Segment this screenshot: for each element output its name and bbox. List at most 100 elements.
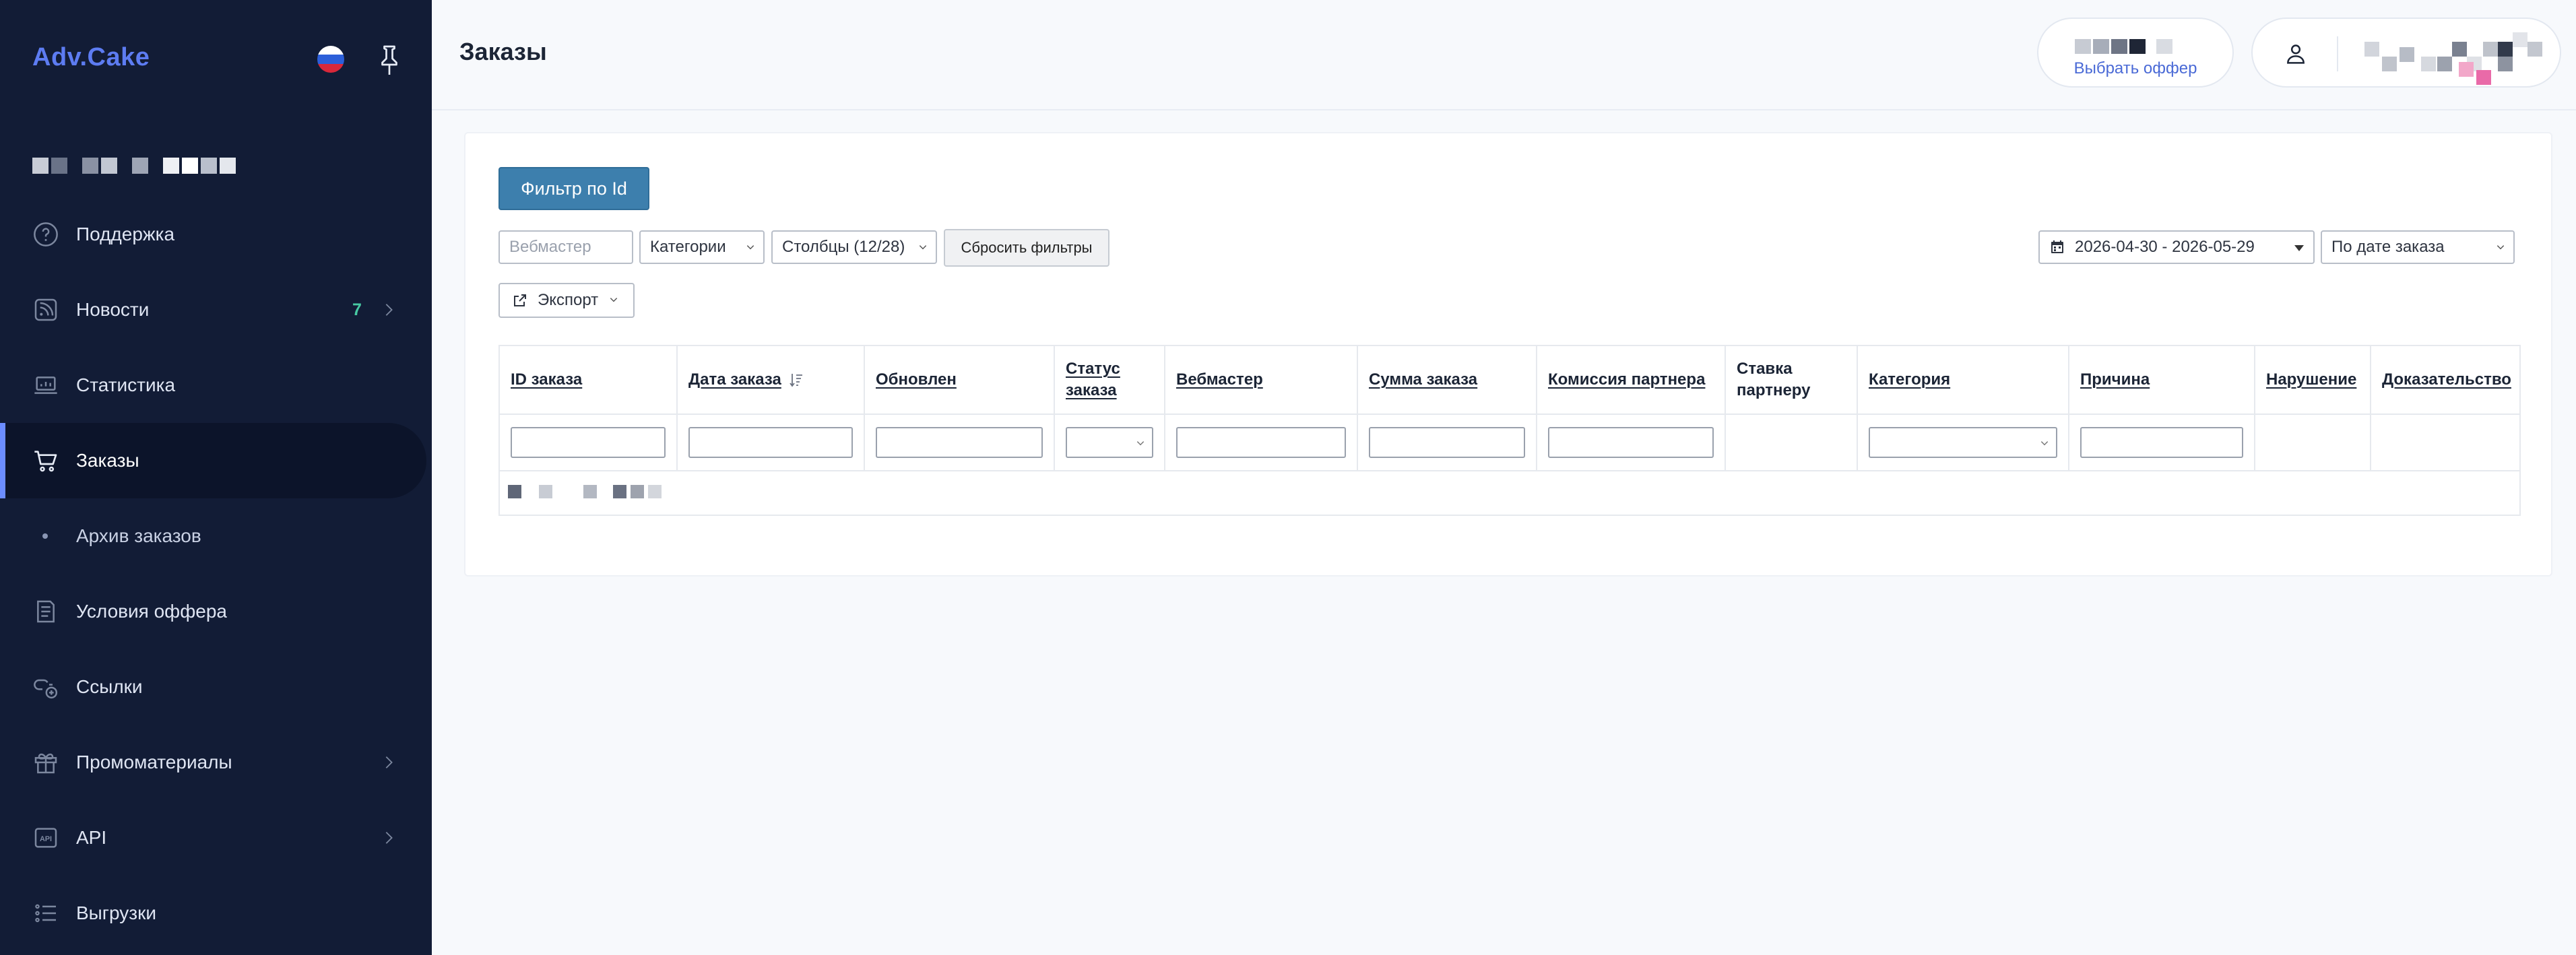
chevron-down-icon (2040, 441, 2049, 446)
cart-icon (34, 451, 57, 472)
date-range-picker[interactable]: 2026-04-30 - 2026-05-29 (2038, 230, 2315, 264)
chevron-down-icon (919, 245, 927, 250)
svg-text:API: API (40, 835, 52, 843)
commission-filter-input[interactable] (1548, 427, 1714, 458)
filter-cell (1055, 414, 1165, 470)
orders-card: Фильтр по Id Вебмастер Категории Столбцы… (464, 132, 2552, 577)
column-header-order-sum[interactable]: Сумма заказа (1358, 346, 1537, 414)
category-filter-select[interactable] (1869, 427, 2057, 458)
export-button[interactable]: Экспорт (498, 283, 635, 318)
sort-desc-icon[interactable] (788, 372, 804, 388)
sidebar-item-label: Промоматериалы (76, 752, 232, 772)
offer-name-redacted (2075, 39, 2172, 54)
column-header-proof[interactable]: Доказательство (2371, 346, 2521, 414)
page-title: Заказы (459, 38, 547, 65)
filter-cell (1858, 414, 2069, 470)
filter-cell (2371, 414, 2521, 470)
chevron-down-icon (1136, 441, 1145, 446)
order-date-filter-input[interactable] (688, 427, 853, 458)
sidebar-item-label: Новости (76, 299, 150, 320)
column-header-category[interactable]: Категория (1858, 346, 2069, 414)
column-header-order-id[interactable]: ID заказа (500, 346, 678, 414)
sidebar-item-orders[interactable]: Заказы (0, 423, 432, 498)
filter-cell (1537, 414, 1726, 470)
user-email-redacted (2364, 32, 2542, 86)
chevron-down-icon (2497, 245, 2505, 250)
sidebar-item-support[interactable]: Поддержка (0, 197, 432, 272)
reset-filters-button[interactable]: Сбросить фильтры (944, 229, 1109, 267)
link-add-icon (34, 679, 58, 699)
filter-cell (1358, 414, 1537, 470)
sidebar-item-exports[interactable]: Выгрузки (0, 876, 432, 951)
sidebar-item-label: Ссылки (76, 676, 143, 697)
webmaster-filter-input[interactable] (1176, 427, 1346, 458)
categories-select-label: Категории (650, 238, 726, 256)
chevron-right-icon (385, 832, 393, 844)
filter-cell (2069, 414, 2255, 470)
column-header-webmaster[interactable]: Вебмастер (1165, 346, 1358, 414)
sidebar-item-links[interactable]: Ссылки (0, 649, 432, 725)
user-name-redacted (32, 158, 236, 174)
export-icon (514, 294, 526, 306)
rss-icon (34, 298, 57, 321)
sidebar-item-statistics[interactable]: Статистика (0, 348, 432, 423)
filter-cell (500, 414, 678, 470)
caret-down-icon (2294, 245, 2304, 251)
filter-by-id-button[interactable]: Фильтр по Id (498, 167, 649, 210)
column-header-partner-rate: Ставка партнеру (1726, 346, 1858, 414)
document-icon (37, 600, 55, 623)
language-flag-icon[interactable] (317, 46, 344, 73)
pin-icon[interactable] (377, 44, 401, 77)
export-label: Экспорт (538, 291, 599, 309)
categories-select[interactable]: Категории (639, 230, 765, 264)
sidebar-item-label: Поддержка (76, 224, 175, 244)
sidebar-item-offer-terms[interactable]: Условия оффера (0, 574, 432, 649)
sidebar-item-label: Условия оффера (76, 601, 227, 622)
order-sum-filter-input[interactable] (1369, 427, 1525, 458)
list-icon (35, 904, 56, 923)
sidebar-item-label: Статистика (76, 374, 176, 395)
app-logo[interactable]: Adv.Cake (32, 43, 150, 72)
status-filter-select[interactable] (1066, 427, 1153, 458)
gift-icon (34, 753, 57, 774)
webmaster-input[interactable]: Вебмастер (498, 230, 633, 264)
columns-select[interactable]: Столбцы (12/28) (771, 230, 937, 264)
date-range-value: 2026-04-30 - 2026-05-29 (2075, 238, 2255, 256)
select-offer-link[interactable]: Выбрать оффер (2038, 59, 2232, 78)
calendar-icon (2051, 240, 2063, 253)
chevron-down-icon (746, 245, 754, 250)
divider (2337, 36, 2338, 71)
sidebar-item-api[interactable]: API API (0, 800, 432, 876)
filter-cell (1726, 414, 1858, 470)
offer-selector[interactable]: Выбрать оффер (2037, 18, 2234, 88)
user-profile-menu[interactable] (2251, 18, 2561, 88)
column-header-order-status[interactable]: Статус заказа (1055, 346, 1165, 414)
reason-filter-input[interactable] (2080, 427, 2243, 458)
table-footer-redacted (508, 485, 662, 498)
sidebar-item-label: API (76, 827, 107, 848)
updated-filter-input[interactable] (876, 427, 1043, 458)
user-icon (2287, 44, 2305, 64)
news-count-badge: 7 (352, 300, 362, 319)
filter-cell (1165, 414, 1358, 470)
column-header-violation[interactable]: Нарушение (2255, 346, 2371, 414)
date-type-select[interactable]: По дате заказа (2321, 230, 2515, 264)
chevron-right-icon (385, 304, 393, 316)
orders-table: ID заказа Дата заказа Обновлен Статус за… (498, 345, 2521, 516)
sidebar-item-label: Архив заказов (76, 525, 201, 546)
sidebar-item-promo[interactable]: Промоматериалы (0, 725, 432, 800)
column-header-updated[interactable]: Обновлен (865, 346, 1055, 414)
order-id-filter-input[interactable] (511, 427, 666, 458)
column-header-partner-commission[interactable]: Комиссия партнера (1537, 346, 1726, 414)
divider (500, 470, 2519, 471)
sidebar-item-orders-archive[interactable]: Архив заказов (0, 498, 432, 574)
chevron-right-icon (385, 756, 393, 768)
filter-cell (678, 414, 865, 470)
column-header-order-date[interactable]: Дата заказа (678, 346, 865, 414)
sidebar-item-news[interactable]: Новости 7 (0, 272, 432, 348)
column-header-reason[interactable]: Причина (2069, 346, 2255, 414)
help-circle-icon (34, 222, 58, 246)
chevron-down-icon (610, 298, 618, 302)
sidebar: Adv.Cake Поддержка Новости 7 Статистика … (0, 0, 432, 955)
date-type-value: По дате заказа (2331, 238, 2445, 256)
